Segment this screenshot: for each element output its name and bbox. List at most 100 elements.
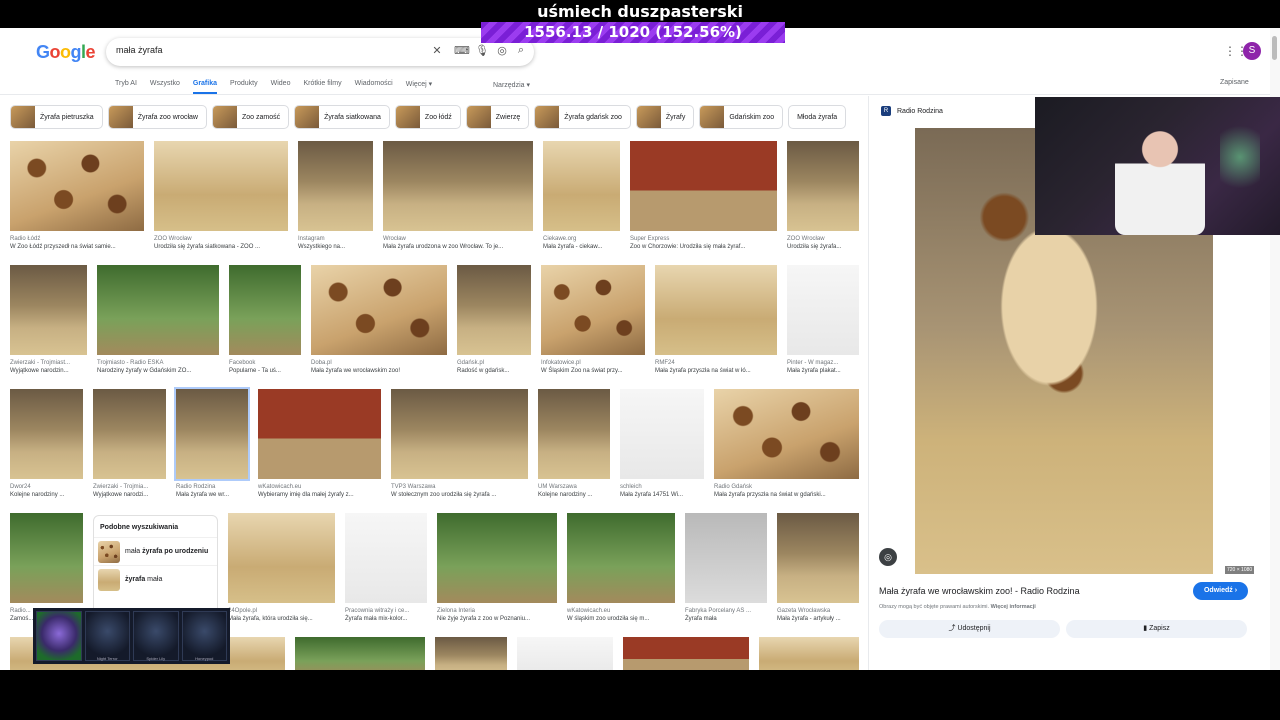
result-image[interactable] [543, 141, 620, 231]
result-caption[interactable]: Radio Rodzina Mała żyrafa we wr... [176, 483, 248, 499]
chip[interactable]: Gdańskim zoo [699, 105, 784, 129]
result-caption[interactable]: 24Opole.pl Mała żyrafa, która urodziła si… [228, 607, 335, 623]
chip[interactable]: Żyrafa zoo wrocław [107, 105, 207, 129]
result-caption[interactable]: Ciekawe.org Mała żyrafa - ciekaw... [543, 235, 620, 251]
result-caption[interactable]: Doba.pl Mała żyrafa we wrocławskim zoo! [311, 359, 447, 375]
save-button[interactable]: ▮ Zapisz [1066, 620, 1247, 638]
visual-search-icon[interactable]: ◎ [879, 548, 897, 566]
result-caption[interactable]: Gdańsk.pl Radość w gdańsk... [457, 359, 531, 375]
result-image[interactable] [623, 637, 749, 670]
similar-item[interactable]: żyrafa mała [94, 565, 217, 593]
result-image[interactable] [517, 637, 613, 670]
result-image[interactable] [787, 265, 859, 355]
result-image[interactable] [457, 265, 531, 355]
chip[interactable]: Zoo zamość [211, 105, 290, 129]
result-caption[interactable]: Pinter - W magaz... Mała żyrafa plakat... [787, 359, 859, 375]
result-caption[interactable]: RMF24 Mała żyrafa przyszła na świat w łó.… [655, 359, 777, 375]
search-box[interactable]: mała żyrafa ✕ ⌨ 🎙 ◎ ⌕ [106, 38, 534, 66]
result-image[interactable] [435, 637, 507, 670]
result-caption[interactable]: Gazeta Wrocławska Mała żyrafa - artykuły … [777, 607, 859, 623]
result-image[interactable] [154, 141, 288, 231]
result-image[interactable] [229, 265, 301, 355]
keyboard-icon[interactable]: ⌨ [454, 44, 470, 57]
result-caption[interactable]: Fabryka Porcelany AS ... Żyrafa mała [685, 607, 767, 623]
tab-all[interactable]: Wszystko [150, 80, 180, 94]
google-logo[interactable]: Google [36, 42, 96, 63]
result-caption[interactable]: UM Warszawa Kolejne narodziny ... [538, 483, 610, 499]
chip[interactable]: Żyrafa gdańsk zoo [534, 105, 631, 129]
result-image[interactable] [538, 389, 610, 479]
saved-link[interactable]: Zapisane [1220, 79, 1249, 86]
microphone-icon[interactable]: 🎙 [475, 44, 489, 57]
similar-item[interactable]: mała żyrafa po urodzeniu [94, 537, 217, 565]
search-input[interactable]: mała żyrafa [116, 45, 163, 55]
result-image[interactable] [295, 637, 425, 670]
result-image[interactable] [10, 513, 83, 603]
result-image[interactable] [298, 141, 373, 231]
result-image[interactable] [228, 513, 335, 603]
tab-images[interactable]: Grafika [192, 80, 217, 94]
share-button[interactable]: ⤴ Udostępnij [879, 620, 1060, 638]
result-image[interactable] [630, 141, 777, 231]
result-caption[interactable]: Wrocław Mała żyrafa urodzona w zoo Wrocła… [383, 235, 533, 251]
result-image[interactable] [345, 513, 427, 603]
chip[interactable]: Żyrafa pietruszka [10, 105, 103, 129]
avatar[interactable]: S [1243, 42, 1261, 60]
result-caption[interactable]: Pracownia witraży i ce... Żyrafa mała mix… [345, 607, 427, 623]
search-icon[interactable]: ⌕ [514, 44, 528, 57]
result-caption[interactable]: wKatowicach.eu Wybieramy imię dla małej ż… [258, 483, 381, 499]
result-caption[interactable]: Infokatowice.pl W Śląskim Zoo na świat pr… [541, 359, 645, 375]
result-caption[interactable]: Zwierzaki - Trojmiast... Wyjątkowe narodz… [10, 359, 87, 375]
tools-button[interactable]: Narzędzia ▾ [493, 81, 530, 89]
visit-button[interactable]: Odwiedź › [1193, 582, 1248, 600]
tab-more[interactable]: Więcej ▾ [406, 80, 432, 94]
result-image[interactable] [655, 265, 777, 355]
result-image[interactable] [567, 513, 675, 603]
result-caption[interactable]: Facebook Popularne - Ta uś... [229, 359, 301, 375]
result-caption[interactable]: Trojmiasto - Radio ESKA Narodziny żyrafy … [97, 359, 219, 375]
result-image[interactable] [383, 141, 533, 231]
tab-short-videos[interactable]: Krótkie filmy [303, 80, 341, 94]
scrollbar-thumb[interactable] [1272, 36, 1277, 60]
result-caption[interactable]: Radio Gdańsk Mała żyrafa przyszła na świa… [714, 483, 859, 499]
lens-icon[interactable]: ◎ [495, 44, 509, 57]
panel-title[interactable]: Mała żyrafa we wrocławskim zoo! - Radio … [879, 586, 1080, 596]
more-info-link[interactable]: Więcej informacji [991, 604, 1036, 610]
chip[interactable]: Zwierzę [465, 105, 530, 129]
result-image[interactable] [10, 265, 87, 355]
chip[interactable]: Zoo łódź [394, 105, 461, 129]
result-caption[interactable]: TVP3 Warszawa W stołecznym zoo urodziła s… [391, 483, 528, 499]
result-caption[interactable]: Zwierzaki - Trojmia... Wyjątkowe narodzi.… [93, 483, 166, 499]
result-image[interactable] [620, 389, 704, 479]
result-caption[interactable]: Radio Łódź W Zoo Łódź przyszedł na świat … [10, 235, 144, 251]
result-caption[interactable]: Instagram Wszystkiego na... [298, 235, 373, 251]
result-caption[interactable]: wKatowicach.eu W śląskim zoo urodziła się… [567, 607, 675, 623]
result-caption[interactable]: Zielona Interia Nie żyje żyrafa z zoo w P… [437, 607, 557, 623]
result-image[interactable] [391, 389, 528, 479]
chip[interactable]: Żyrafa siatkowana [294, 105, 390, 129]
chip[interactable]: Młoda żyrafa [788, 105, 847, 129]
result-image[interactable] [777, 513, 859, 603]
result-image[interactable] [93, 389, 166, 479]
tab-ai-mode[interactable]: Tryb AI [115, 80, 137, 94]
result-caption[interactable]: Dwor24 Kolejne narodziny ... [10, 483, 83, 499]
result-image[interactable] [685, 513, 767, 603]
result-caption[interactable]: schleich Mała żyrafa 14751 Wi... [620, 483, 704, 499]
result-image[interactable] [541, 265, 645, 355]
tab-news[interactable]: Wiadomości [355, 80, 393, 94]
result-image[interactable] [714, 389, 859, 479]
result-image[interactable] [97, 265, 219, 355]
result-caption[interactable]: ZOO Wrocław Urodziła się żyrafa... [787, 235, 859, 251]
result-image[interactable] [10, 141, 144, 231]
chip[interactable]: Żyrafy [635, 105, 695, 129]
tab-video[interactable]: Wideo [271, 80, 291, 94]
result-image[interactable] [759, 637, 859, 670]
panel-source[interactable]: R Radio Rodzina [881, 106, 943, 116]
clear-icon[interactable]: ✕ [430, 44, 444, 57]
tab-products[interactable]: Produkty [230, 80, 258, 94]
result-image[interactable] [787, 141, 859, 231]
result-caption[interactable]: Super Express Zoo w Chorzowie: Urodziła s… [630, 235, 777, 251]
result-image[interactable] [10, 389, 83, 479]
result-image[interactable] [258, 389, 381, 479]
result-caption[interactable]: ZOO Wrocław Urodziła się żyrafa siatkowan… [154, 235, 288, 251]
